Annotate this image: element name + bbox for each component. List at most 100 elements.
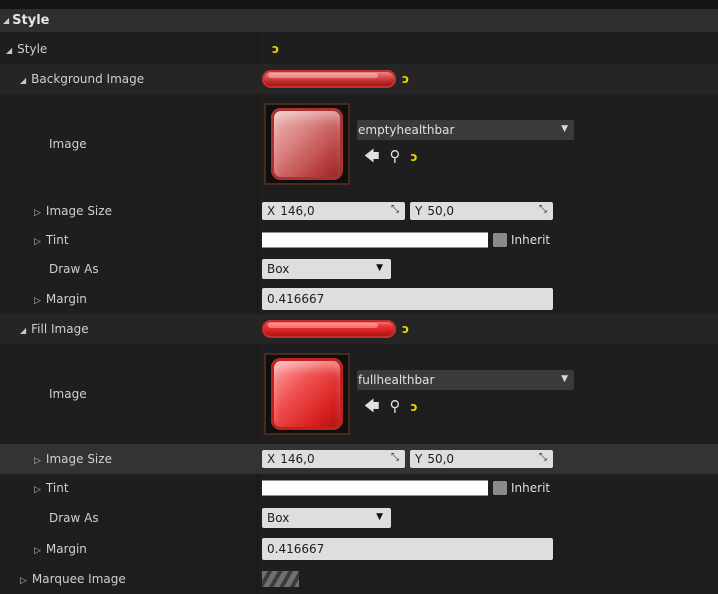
drag-handle-icon: ⤡ (539, 452, 547, 463)
property-label[interactable]: ▷ Tint (34, 481, 69, 495)
background-image-preview (262, 70, 396, 88)
triangle-right-icon: ▷ (34, 296, 41, 306)
triangle-right-icon: ▷ (20, 576, 27, 586)
property-row-margin: ▷ Margin 0.416667 (0, 284, 718, 314)
property-row-margin: ▷ Margin 0.416667 (0, 534, 718, 564)
property-label[interactable]: ▷ Margin (34, 542, 87, 556)
reset-to-default-icon[interactable]: ↄ (411, 150, 418, 164)
image-size-x-field[interactable]: X 146,0 ⤡ (262, 202, 405, 220)
drag-handle-icon: ⤡ (539, 204, 547, 215)
property-label[interactable]: ◢ Background Image (20, 72, 144, 86)
fill-image-preview (262, 320, 396, 338)
triangle-right-icon: ▷ (34, 237, 41, 247)
checkbox-icon (493, 233, 507, 247)
property-label[interactable]: ◢ Fill Image (20, 322, 89, 336)
image-size-label: Image Size (45, 204, 112, 218)
arrow-left-icon[interactable]: 🡄 (364, 399, 380, 414)
background-image-label: Background Image (31, 72, 145, 86)
reset-to-default-icon[interactable]: ↄ (402, 322, 409, 336)
reset-to-default-icon[interactable]: ↄ (272, 42, 279, 56)
asset-thumbnail[interactable] (264, 353, 350, 435)
tint-label: Tint (45, 233, 69, 247)
fill-image-label: Fill Image (31, 322, 89, 336)
property-row-tint: ▷ Tint Inherit (0, 226, 718, 254)
property-row-draw-as: Draw As Box ▼ (0, 502, 718, 534)
y-value: 50,0 (427, 452, 455, 466)
asset-picker-combo[interactable]: fullhealthbar ▼ (357, 370, 574, 390)
y-axis-label: Y (415, 204, 423, 218)
property-row-style: ◢ Style ↄ (0, 34, 718, 64)
margin-input[interactable]: 0.416667 (262, 538, 553, 560)
draw-as-value: Box (267, 511, 290, 525)
margin-value: 0.416667 (267, 542, 325, 556)
margin-value: 0.416667 (267, 292, 325, 306)
property-row-tint: ▷ Tint Inherit (0, 474, 718, 502)
triangle-right-icon: ▷ (34, 456, 41, 466)
triangle-right-icon: ▷ (34, 485, 41, 495)
triangle-down-icon: ◢ (6, 46, 13, 55)
asset-thumbnail[interactable] (264, 103, 350, 185)
arrow-left-icon[interactable]: 🡄 (364, 149, 380, 164)
margin-label: Margin (45, 292, 87, 306)
drag-handle-icon: ⤡ (391, 452, 399, 463)
chevron-down-icon: ▼ (376, 263, 383, 273)
margin-label: Margin (45, 542, 87, 556)
property-label[interactable]: ▷ Image Size (34, 452, 112, 466)
marquee-image-preview (262, 571, 299, 587)
property-row-fill-image-asset: Image fullhealthbar ▼ 🡄 ⚲ ↄ (0, 344, 718, 444)
property-label[interactable]: ◢ Style (6, 42, 47, 56)
asset-name: emptyhealthbar (358, 123, 455, 137)
tint-color-swatch[interactable] (262, 480, 488, 496)
y-value: 50,0 (427, 204, 455, 218)
section-header-style[interactable]: ◢ Style (0, 9, 718, 33)
triangle-down-icon: ◢ (20, 326, 27, 335)
x-axis-label: X (267, 452, 276, 466)
inherit-checkbox[interactable]: Inherit (493, 481, 550, 495)
property-row-image-size: ▷ Image Size X 146,0 ⤡ Y 50,0 ⤡ (0, 196, 718, 226)
x-value: 146,0 (280, 204, 315, 218)
section-title: Style (12, 13, 50, 28)
triangle-down-icon: ◢ (20, 76, 27, 85)
chevron-down-icon: ▼ (376, 512, 383, 522)
marquee-image-label: Marquee Image (31, 572, 126, 586)
property-label[interactable]: ▷ Marquee Image (20, 572, 126, 586)
property-row-image-size: ▷ Image Size X 146,0 ⤡ Y 50,0 ⤡ (0, 444, 718, 474)
margin-input[interactable]: 0.416667 (262, 288, 553, 310)
draw-as-dropdown[interactable]: Box ▼ (262, 259, 391, 279)
search-icon[interactable]: ⚲ (390, 149, 401, 164)
asset-tools: 🡄 ⚲ ↄ (364, 149, 418, 164)
property-row-draw-as: Draw As Box ▼ (0, 254, 718, 284)
triangle-down-icon: ◢ (3, 16, 10, 25)
chevron-down-icon: ▼ (561, 374, 568, 384)
asset-picker-combo[interactable]: emptyhealthbar ▼ (357, 120, 574, 140)
reset-to-default-icon[interactable]: ↄ (411, 400, 418, 414)
triangle-right-icon: ▷ (34, 546, 41, 556)
reset-to-default-icon[interactable]: ↄ (402, 72, 409, 86)
property-row-background-image: ◢ Background Image ↄ (0, 64, 718, 94)
x-value: 146,0 (280, 452, 315, 466)
draw-as-label: Draw As (49, 262, 99, 276)
image-label: Image (49, 137, 87, 151)
asset-tools: 🡄 ⚲ ↄ (364, 399, 418, 414)
y-axis-label: Y (415, 452, 423, 466)
top-strip (0, 0, 718, 9)
emptyhealthbar-thumbnail (271, 108, 343, 180)
draw-as-dropdown[interactable]: Box ▼ (262, 508, 391, 528)
inherit-checkbox[interactable]: Inherit (493, 233, 550, 247)
inherit-label: Inherit (511, 233, 551, 247)
image-size-y-field[interactable]: Y 50,0 ⤡ (410, 202, 553, 220)
search-icon[interactable]: ⚲ (390, 399, 401, 414)
property-label[interactable]: ▷ Image Size (34, 204, 112, 218)
tint-color-swatch[interactable] (262, 232, 488, 248)
image-size-label: Image Size (45, 452, 112, 466)
checkbox-icon (493, 481, 507, 495)
x-axis-label: X (267, 204, 276, 218)
property-label[interactable]: ▷ Tint (34, 233, 69, 247)
draw-as-value: Box (267, 262, 290, 276)
inherit-label: Inherit (511, 481, 551, 495)
image-size-y-field[interactable]: Y 50,0 ⤡ (410, 450, 553, 468)
fullhealthbar-thumbnail (271, 358, 343, 430)
image-size-x-field[interactable]: X 146,0 ⤡ (262, 450, 405, 468)
property-row-marquee-image: ▷ Marquee Image (0, 564, 718, 594)
property-label[interactable]: ▷ Margin (34, 292, 87, 306)
